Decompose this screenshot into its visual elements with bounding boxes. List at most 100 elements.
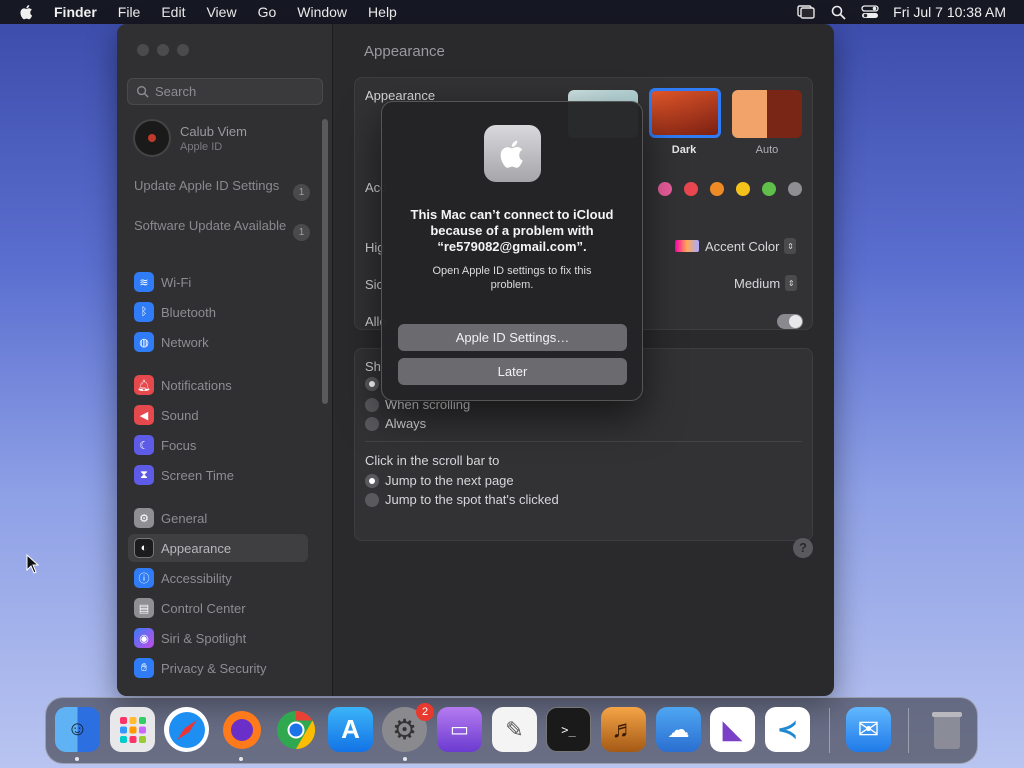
highlight-color-popup[interactable]: Accent Color ⇕ [675,238,797,254]
finder-icon[interactable]: ☺ [55,707,100,752]
zoom-button[interactable] [177,44,189,56]
software-update-badge: 1 [293,224,310,241]
system-settings-app-icon [484,125,541,182]
chrome-icon[interactable] [273,707,318,752]
menu-file[interactable]: File [118,4,141,20]
radio-selected [365,473,379,488]
help-button[interactable]: ? [793,538,813,558]
mouse-pointer-icon [26,554,40,574]
weather-icon[interactable]: ☁ [656,707,701,752]
menu-go[interactable]: Go [258,4,277,20]
appearance-option-label: Dark [671,144,697,156]
radio-selected [365,377,379,391]
sidebar-item-network[interactable]: ◍ Network [128,328,308,356]
sidebar-item-wifi[interactable]: ≋ Wi-Fi [128,268,308,296]
sidebar-item-privacy-security[interactable]: ✋︎ Privacy & Security [128,654,308,682]
sidebar-icon-size-popup[interactable]: Medium ⇕ [734,275,798,291]
color-swatch [675,240,699,252]
click-option-next-page[interactable]: Jump to the next page [365,473,514,488]
accent-color-orange[interactable] [710,182,724,196]
sidebar-item-accessibility[interactable]: ⓘ Accessibility [128,564,308,592]
terminal-icon[interactable]: >_ [546,707,591,752]
sidebar-item-label: Bluetooth [161,304,216,320]
moon-icon: ☾ [134,435,154,455]
software-update-label: Software Update Available [134,218,287,233]
accent-color-pink[interactable] [658,182,672,196]
auto-mode-thumbnail [732,90,802,138]
accent-color-graphite[interactable] [788,182,802,196]
firefox-icon[interactable] [219,707,264,752]
sidebar-item-general[interactable]: ⚙ General [128,504,308,532]
sidebar-item-control-center[interactable]: ▤ Control Center [128,594,308,622]
appearance-option-dark[interactable]: Dark [649,88,721,156]
sidebar-item-label: Notifications [161,377,232,393]
menu-window[interactable]: Window [297,4,347,20]
avatar [133,119,171,157]
bell-icon: 🔔︎ [134,375,154,395]
vscode-icon[interactable]: ≺ [765,707,810,752]
menu-help[interactable]: Help [368,4,397,20]
scroll-option-always[interactable]: Always [365,416,426,431]
chevron-updown-icon: ⇕ [785,275,798,291]
bluetooth-icon: ᛒ [134,302,154,322]
running-indicator [75,757,79,761]
sidebar-item-label: Privacy & Security [161,660,267,676]
podcasts-capture-icon[interactable]: ▭ [437,707,482,752]
apple-menu-icon[interactable] [18,3,36,21]
spotlight-search-icon[interactable] [829,4,847,20]
sidebar-icon-size-value: Medium [734,275,781,291]
sidebar-item-notifications[interactable]: 🔔︎ Notifications [128,371,308,399]
hourglass-icon: ⧗ [134,465,154,485]
click-scroll-bar-label: Click in the scroll bar to [365,453,500,468]
menu-finder[interactable]: Finder [54,4,97,20]
chevron-updown-icon: ⇕ [784,238,797,254]
sidebar-item-label: Wi-Fi [161,274,192,290]
running-indicator [239,757,243,761]
software-update-item[interactable]: Software Update Available 1 [134,218,310,241]
visual-studio-icon[interactable]: ◣ [710,707,755,752]
control-center-icon[interactable] [861,4,879,20]
page-title: Appearance [364,43,445,60]
menu-clock[interactable]: Fri Jul 7 10:38 AM [893,4,1006,20]
sidebar-scrollbar[interactable] [322,119,328,404]
close-button[interactable] [137,44,149,56]
appearance-option-label: Auto [755,144,779,156]
menu-edit[interactable]: Edit [161,4,185,20]
sidebar-item-label: Screen Time [161,467,234,483]
divider [365,441,802,442]
menu-bar: Finder File Edit View Go Window Help Fri… [0,0,1024,24]
accent-color-yellow[interactable] [736,182,750,196]
safari-icon[interactable] [164,707,209,752]
account-name: Calub Viem [180,123,247,139]
sidebar-item-focus[interactable]: ☾ Focus [128,431,308,459]
click-option-spot-clicked[interactable]: Jump to the spot that's clicked [365,492,559,507]
sidebar-item-siri-spotlight[interactable]: ◉ Siri & Spotlight [128,624,308,652]
screen-mirroring-icon[interactable] [797,4,815,20]
sidebar-item-screen-time[interactable]: ⧗ Screen Time [128,461,308,489]
mail-icon[interactable]: ✉ [846,707,891,752]
textedit-icon[interactable]: ✎ [492,707,537,752]
update-apple-id-item[interactable]: Update Apple ID Settings 1 [134,178,310,201]
sidebar-item-sound[interactable]: ◀ Sound [128,401,308,429]
sidebar-item-bluetooth[interactable]: ᛒ Bluetooth [128,298,308,326]
accent-color-green[interactable] [762,182,776,196]
appearance-option-auto[interactable]: Auto [732,90,802,156]
dock: ☺ A ⚙ 2 ▭ ✎ >_ ♬ ☁ ◣ ≺ ✉ [45,697,978,764]
later-button[interactable]: Later [398,358,627,385]
search-field[interactable]: Search [127,78,323,105]
trash-icon[interactable] [924,707,969,752]
minimize-button[interactable] [157,44,169,56]
launchpad-icon[interactable] [110,707,155,752]
dock-separator [908,708,909,753]
menu-view[interactable]: View [206,4,236,20]
sidebar-item-appearance[interactable]: ◐ Appearance [128,534,308,562]
app-store-icon[interactable]: A [328,707,373,752]
wallpaper-tinting-toggle[interactable] [777,314,803,329]
sidebar-item-label: Accessibility [161,570,232,586]
garageband-icon[interactable]: ♬ [601,707,646,752]
sidebar: Search Calub Viem Apple ID Update Apple … [117,24,333,696]
apple-id-settings-button[interactable]: Apple ID Settings… [398,324,627,351]
accent-color-red[interactable] [684,182,698,196]
apple-id-account[interactable]: Calub Viem Apple ID [133,119,247,157]
window-controls [137,44,189,56]
